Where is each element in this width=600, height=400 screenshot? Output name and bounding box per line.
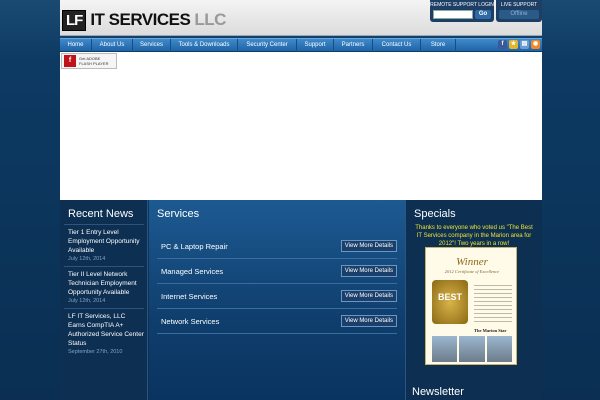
newsletter-title: Newsletter [412,386,464,398]
specials-text: Thanks to everyone who voted us "The Bes… [415,225,533,247]
view-more-details-button[interactable]: View More Details [340,315,397,327]
services-list: PC & Laptop Repair View More Details Man… [157,234,397,334]
news-item-date: July 12th, 2014 [68,298,106,304]
site-logo[interactable]: LF IT SERVICES LLC [62,9,226,31]
nav-item-store[interactable]: Store [421,38,456,52]
news-item-title[interactable]: Tier II Level Network Technician Employm… [68,270,144,297]
service-row: Internet Services View More Details [157,284,397,309]
certificate-newspaper: The Marion Star [474,328,507,333]
certificate-best: BEST [437,292,462,302]
flash-banner: f Get ADOBE FLASH PLAYER [60,52,542,200]
specials-title: Specials [414,208,456,220]
service-row: Network Services View More Details [157,309,397,334]
certificate-winner: Winner [456,256,488,268]
recent-news-title: Recent News [68,208,134,220]
live-support: LIVE SUPPORT Offline [496,0,542,22]
certificate-text-lines [474,282,512,322]
nav-item-home[interactable]: Home [60,38,92,52]
main-nav: Home About Us Services Tools & Downloads… [60,38,542,52]
logo-suffix: LLC [194,10,226,29]
specials-panel: Specials Thanks to everyone who voted us… [405,200,542,400]
remote-support-go-button[interactable]: Go [475,10,491,19]
news-item[interactable]: Tier 1 Entry Level Employment Opportunit… [64,224,144,266]
nav-item-contact-us[interactable]: Contact Us [373,38,421,52]
award-badge-icon [432,280,468,324]
facebook-icon[interactable]: f [498,40,507,49]
view-more-details-button[interactable]: View More Details [340,265,397,277]
site-header: LF IT SERVICES LLC REMOTE SUPPORT LOGIN … [60,0,542,36]
page: LF IT SERVICES LLC REMOTE SUPPORT LOGIN … [60,0,542,400]
nav-item-support[interactable]: Support [297,38,334,52]
photo-image [459,336,485,362]
nav-item-security-center[interactable]: Security Center [238,38,297,52]
certificate-subtitle: 2012 Certificate of Excellence [444,269,500,274]
services-panel: Services PC & Laptop Repair View More De… [149,200,405,400]
news-item-date: September 27th, 2010 [68,349,123,355]
photo-image [486,336,512,362]
service-name[interactable]: Managed Services [161,267,223,276]
nav-item-services[interactable]: Services [133,38,171,52]
nav-item-partners[interactable]: Partners [334,38,373,52]
news-list: Tier 1 Entry Level Employment Opportunit… [64,224,144,359]
news-item-date: July 12th, 2014 [68,256,106,262]
remote-support-label: REMOTE SUPPORT LOGIN [430,2,494,8]
news-item[interactable]: LF IT Services, LLC Earns CompTIA A+ Aut… [64,308,144,359]
star-icon[interactable]: ★ [509,40,518,49]
remote-support-login: REMOTE SUPPORT LOGIN Go [430,0,494,22]
service-name[interactable]: Internet Services [161,292,217,301]
flash-label-line2: FLASH PLAYER [79,61,109,66]
flash-icon: f [64,55,76,67]
nav-item-tools-downloads[interactable]: Tools & Downloads [171,38,238,52]
view-more-details-button[interactable]: View More Details [340,290,397,302]
service-row: Managed Services View More Details [157,259,397,284]
news-item[interactable]: Tier II Level Network Technician Employm… [64,266,144,308]
logo-text: IT SERVICES [90,10,191,29]
news-item-title[interactable]: LF IT Services, LLC Earns CompTIA A+ Aut… [68,312,144,348]
certificate-photos [432,336,512,362]
remote-support-input[interactable] [433,10,473,19]
service-name[interactable]: PC & Laptop Repair [161,242,228,251]
live-support-label: LIVE SUPPORT [500,2,538,8]
get-flash-player-button[interactable]: f Get ADOBE FLASH PLAYER [61,53,117,69]
logo-mark: LF [62,9,87,31]
services-title: Services [157,208,200,220]
live-support-status-button[interactable]: Offline [499,10,539,19]
view-more-details-button[interactable]: View More Details [340,240,397,252]
recent-news-panel: Recent News Tier 1 Entry Level Employmen… [60,200,148,400]
folder-icon[interactable]: ▤ [520,40,529,49]
flash-label: Get ADOBE FLASH PLAYER [79,56,109,66]
nav-item-about-us[interactable]: About Us [92,38,133,52]
photo-image [432,336,458,362]
certificate-image[interactable]: Winner 2012 Certificate of Excellence BE… [425,247,517,365]
rss-icon[interactable]: ◉ [531,40,540,49]
service-row: PC & Laptop Repair View More Details [157,234,397,259]
news-item-title[interactable]: Tier 1 Entry Level Employment Opportunit… [68,228,144,255]
service-name[interactable]: Network Services [161,317,219,326]
social-icons: f ★ ▤ ◉ [498,40,540,49]
